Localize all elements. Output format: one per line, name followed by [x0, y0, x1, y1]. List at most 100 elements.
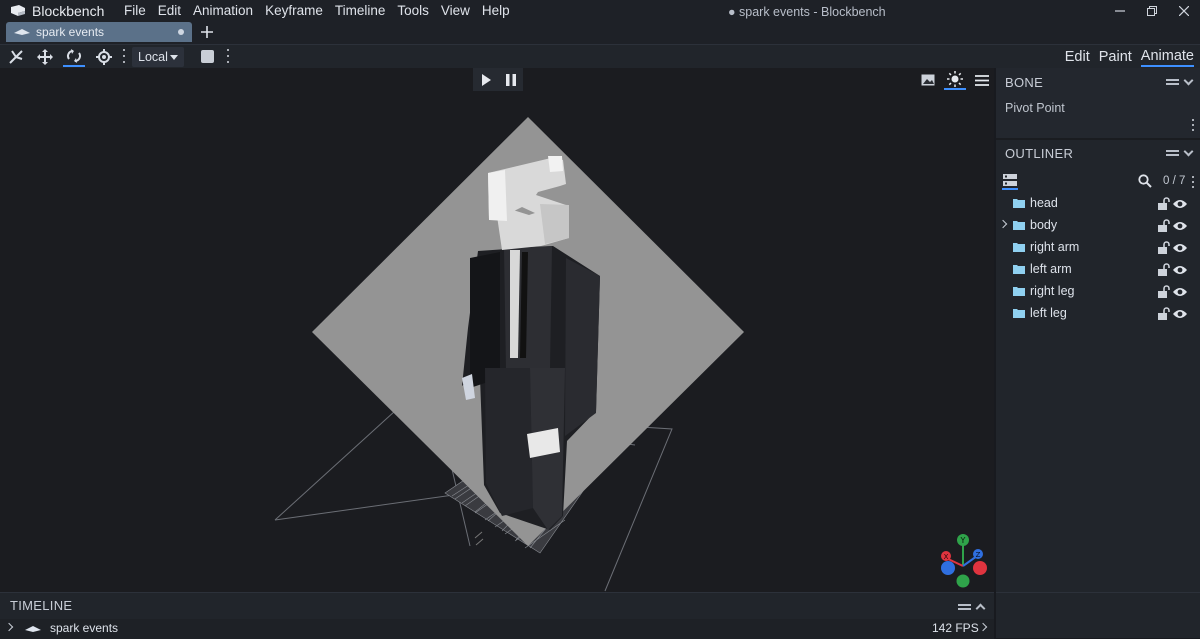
axis-gizmo-icon: Y X Z — [941, 534, 987, 588]
eye-icon[interactable] — [1173, 198, 1187, 210]
translate-tool-button[interactable] — [34, 47, 56, 67]
outliner-item-label: body — [1030, 218, 1058, 232]
chevron-down-icon[interactable] — [1183, 75, 1194, 85]
outliner-list: head body right arm left arm right leg l… — [996, 193, 1200, 325]
menu-tools[interactable]: Tools — [391, 0, 435, 22]
arrows-move-icon — [37, 49, 53, 65]
transform-space-select[interactable]: Local — [132, 47, 184, 67]
viewport-menu-button[interactable] — [971, 70, 993, 90]
search-icon — [1138, 174, 1152, 188]
app-logo: Blockbench — [0, 3, 118, 19]
rotate-icon — [67, 49, 81, 63]
origin-marker — [474, 531, 484, 546]
mode-animate[interactable]: Animate — [1140, 48, 1194, 67]
collapse-bar-icon-3[interactable] — [958, 603, 971, 610]
move-tool-button[interactable] — [5, 47, 27, 67]
pivot-point-label: Pivot Point — [1005, 101, 1065, 115]
timeline-title: TIMELINE — [10, 598, 73, 613]
menu-edit[interactable]: Edit — [152, 0, 187, 22]
menu-timeline[interactable]: Timeline — [329, 0, 392, 22]
outliner-item-left-arm[interactable]: left arm — [996, 259, 1200, 281]
toolbar-checkbox[interactable] — [201, 50, 214, 63]
pivot-tool-button[interactable] — [93, 47, 115, 67]
timeline-animation-row[interactable]: spark events 142 FPS — [0, 619, 994, 639]
restore-icon — [1147, 6, 1157, 16]
minimize-button[interactable] — [1102, 0, 1138, 22]
menu-file[interactable]: File — [118, 0, 152, 22]
menu-view[interactable]: View — [435, 0, 476, 22]
pause-button[interactable] — [505, 73, 516, 86]
tab-spark-events[interactable]: spark events — [6, 22, 192, 42]
eye-icon[interactable] — [1173, 286, 1187, 298]
maximize-button[interactable] — [1134, 0, 1170, 22]
outliner-item-label: head — [1030, 196, 1058, 210]
play-button[interactable] — [481, 73, 491, 86]
menu-keyframe[interactable]: Keyframe — [259, 0, 329, 22]
chevron-right-icon-2[interactable] — [4, 622, 14, 632]
collapse-bar-icon[interactable] — [1166, 79, 1179, 85]
outliner-options-button[interactable] — [1002, 174, 1018, 190]
timeline-panel: TIMELINE spark events 142 FPS — [0, 592, 994, 639]
image-icon — [921, 74, 935, 86]
outliner-item-head[interactable]: head — [996, 193, 1200, 215]
tab-label: spark events — [36, 25, 105, 39]
eye-icon[interactable] — [1173, 308, 1187, 320]
eye-icon[interactable] — [1173, 220, 1187, 232]
outliner-item-right-leg[interactable]: right leg — [996, 281, 1200, 303]
folder-icon — [1013, 221, 1025, 230]
unlock-icon[interactable] — [1157, 285, 1171, 299]
unsaved-dot-icon[interactable] — [178, 29, 184, 35]
lighting-button[interactable] — [944, 70, 966, 90]
folder-icon — [1013, 199, 1025, 208]
scene-render — [274, 117, 744, 592]
background-image-button[interactable] — [917, 70, 939, 90]
outliner-toolbar: 0 / 7 — [996, 172, 1200, 192]
chevron-right-icon[interactable] — [998, 219, 1008, 229]
new-tab-button[interactable] — [198, 22, 216, 42]
outliner-title: OUTLINER — [1005, 145, 1074, 161]
bone-panel-controls — [1166, 75, 1194, 85]
menu-help[interactable]: Help — [476, 0, 516, 22]
mode-edit[interactable]: Edit — [1065, 49, 1090, 66]
unlock-icon[interactable] — [1157, 197, 1171, 211]
folder-icon — [1013, 287, 1025, 296]
outliner-more-icon[interactable] — [1190, 176, 1196, 188]
menu-bar: File Edit Animation Keyframe Timeline To… — [118, 0, 516, 22]
chevron-right-icon-3[interactable] — [978, 622, 988, 632]
outliner-item-right-arm[interactable]: right arm — [996, 237, 1200, 259]
menu-animation[interactable]: Animation — [187, 0, 259, 22]
model-icon — [14, 29, 30, 35]
toolbar-more-icon-2[interactable] — [225, 49, 231, 63]
outliner-item-body[interactable]: body — [996, 215, 1200, 237]
outliner-search-button[interactable] — [1138, 174, 1154, 190]
bone-panel-more-icon[interactable] — [1190, 119, 1196, 131]
play-icon — [481, 73, 491, 86]
collapse-bar-icon-2[interactable] — [1166, 150, 1179, 156]
panel-divider — [996, 138, 1200, 140]
outliner-item-label: right arm — [1030, 240, 1080, 254]
timeline-controls — [958, 601, 986, 614]
caret-down-icon — [170, 55, 178, 60]
folder-icon — [1013, 243, 1025, 252]
outliner-item-label: left arm — [1030, 262, 1072, 276]
eye-icon[interactable] — [1173, 242, 1187, 254]
unlock-icon[interactable] — [1157, 241, 1171, 255]
toolbar-more-icon[interactable] — [121, 49, 127, 63]
chevron-down-icon-2[interactable] — [1183, 146, 1194, 156]
unlock-icon[interactable] — [1157, 219, 1171, 233]
mode-paint[interactable]: Paint — [1099, 49, 1132, 66]
unlock-icon[interactable] — [1157, 263, 1171, 277]
blockbench-logo-icon — [11, 5, 25, 16]
rotate-tool-button[interactable] — [63, 47, 85, 67]
outliner-header: OUTLINER — [996, 141, 1200, 165]
fps-counter: 142 FPS — [932, 621, 979, 635]
eye-icon[interactable] — [1173, 264, 1187, 276]
folder-icon — [1013, 265, 1025, 274]
3d-viewport[interactable]: Y X Z — [0, 68, 994, 592]
unlock-icon[interactable] — [1157, 307, 1171, 321]
outliner-item-left-leg[interactable]: left leg — [996, 303, 1200, 325]
orientation-gizmo[interactable]: Y X Z — [936, 532, 990, 588]
chevron-up-icon[interactable] — [975, 603, 986, 614]
close-button[interactable] — [1166, 0, 1200, 22]
pause-icon — [505, 73, 516, 86]
